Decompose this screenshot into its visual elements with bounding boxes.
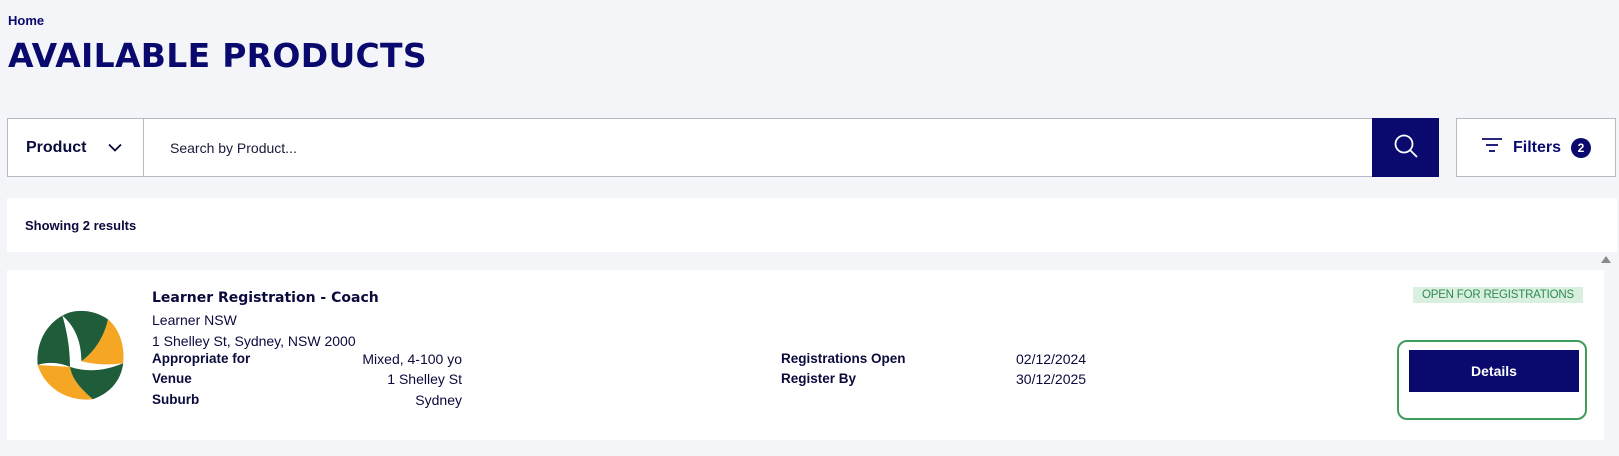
suburb-label: Suburb (152, 392, 200, 407)
registrations-open-value: 02/12/2024 (1016, 351, 1087, 367)
venue-value: 1 Shelley St (387, 371, 462, 387)
venue-label: Venue (152, 371, 192, 386)
details-button[interactable]: Details (1409, 350, 1579, 392)
search-input[interactable] (144, 119, 1372, 176)
appropriate-for-value: Mixed, 4-100 yo (362, 351, 462, 367)
chevron-down-icon (108, 143, 123, 152)
results-count: Showing 2 results (25, 217, 137, 233)
product-organisation: Learner NSW (152, 312, 237, 328)
football-australia-logo (34, 310, 125, 401)
appropriate-for-label: Appropriate for (152, 351, 251, 366)
search-icon (1393, 133, 1419, 162)
filters-label: Filters (1512, 138, 1561, 156)
register-by-value: 30/12/2025 (1016, 371, 1087, 387)
filter-icon (1481, 136, 1503, 159)
product-card: Learner Registration - Coach Learner NSW… (7, 270, 1604, 440)
scroll-up-arrow-icon[interactable] (1601, 256, 1611, 263)
registrations-open-label: Registrations Open (781, 351, 906, 366)
results-summary-bar: Showing 2 results (7, 198, 1617, 252)
search-bar: Product (7, 118, 1439, 177)
search-button[interactable] (1372, 118, 1439, 177)
suburb-value: Sydney (415, 392, 462, 408)
search-type-dropdown[interactable]: Product (8, 119, 144, 176)
breadcrumb[interactable]: Home (8, 13, 44, 28)
product-title[interactable]: Learner Registration - Coach (152, 290, 379, 306)
search-type-label: Product (26, 138, 87, 156)
register-by-label: Register By (781, 371, 857, 386)
filters-button[interactable]: Filters 2 (1456, 118, 1616, 177)
status-badge: OPEN FOR REGISTRATIONS (1413, 287, 1583, 303)
product-address: 1 Shelley St, Sydney, NSW 2000 (152, 333, 356, 349)
filters-count-badge: 2 (1571, 137, 1591, 158)
page-title: AVAILABLE PRODUCTS (8, 36, 427, 75)
